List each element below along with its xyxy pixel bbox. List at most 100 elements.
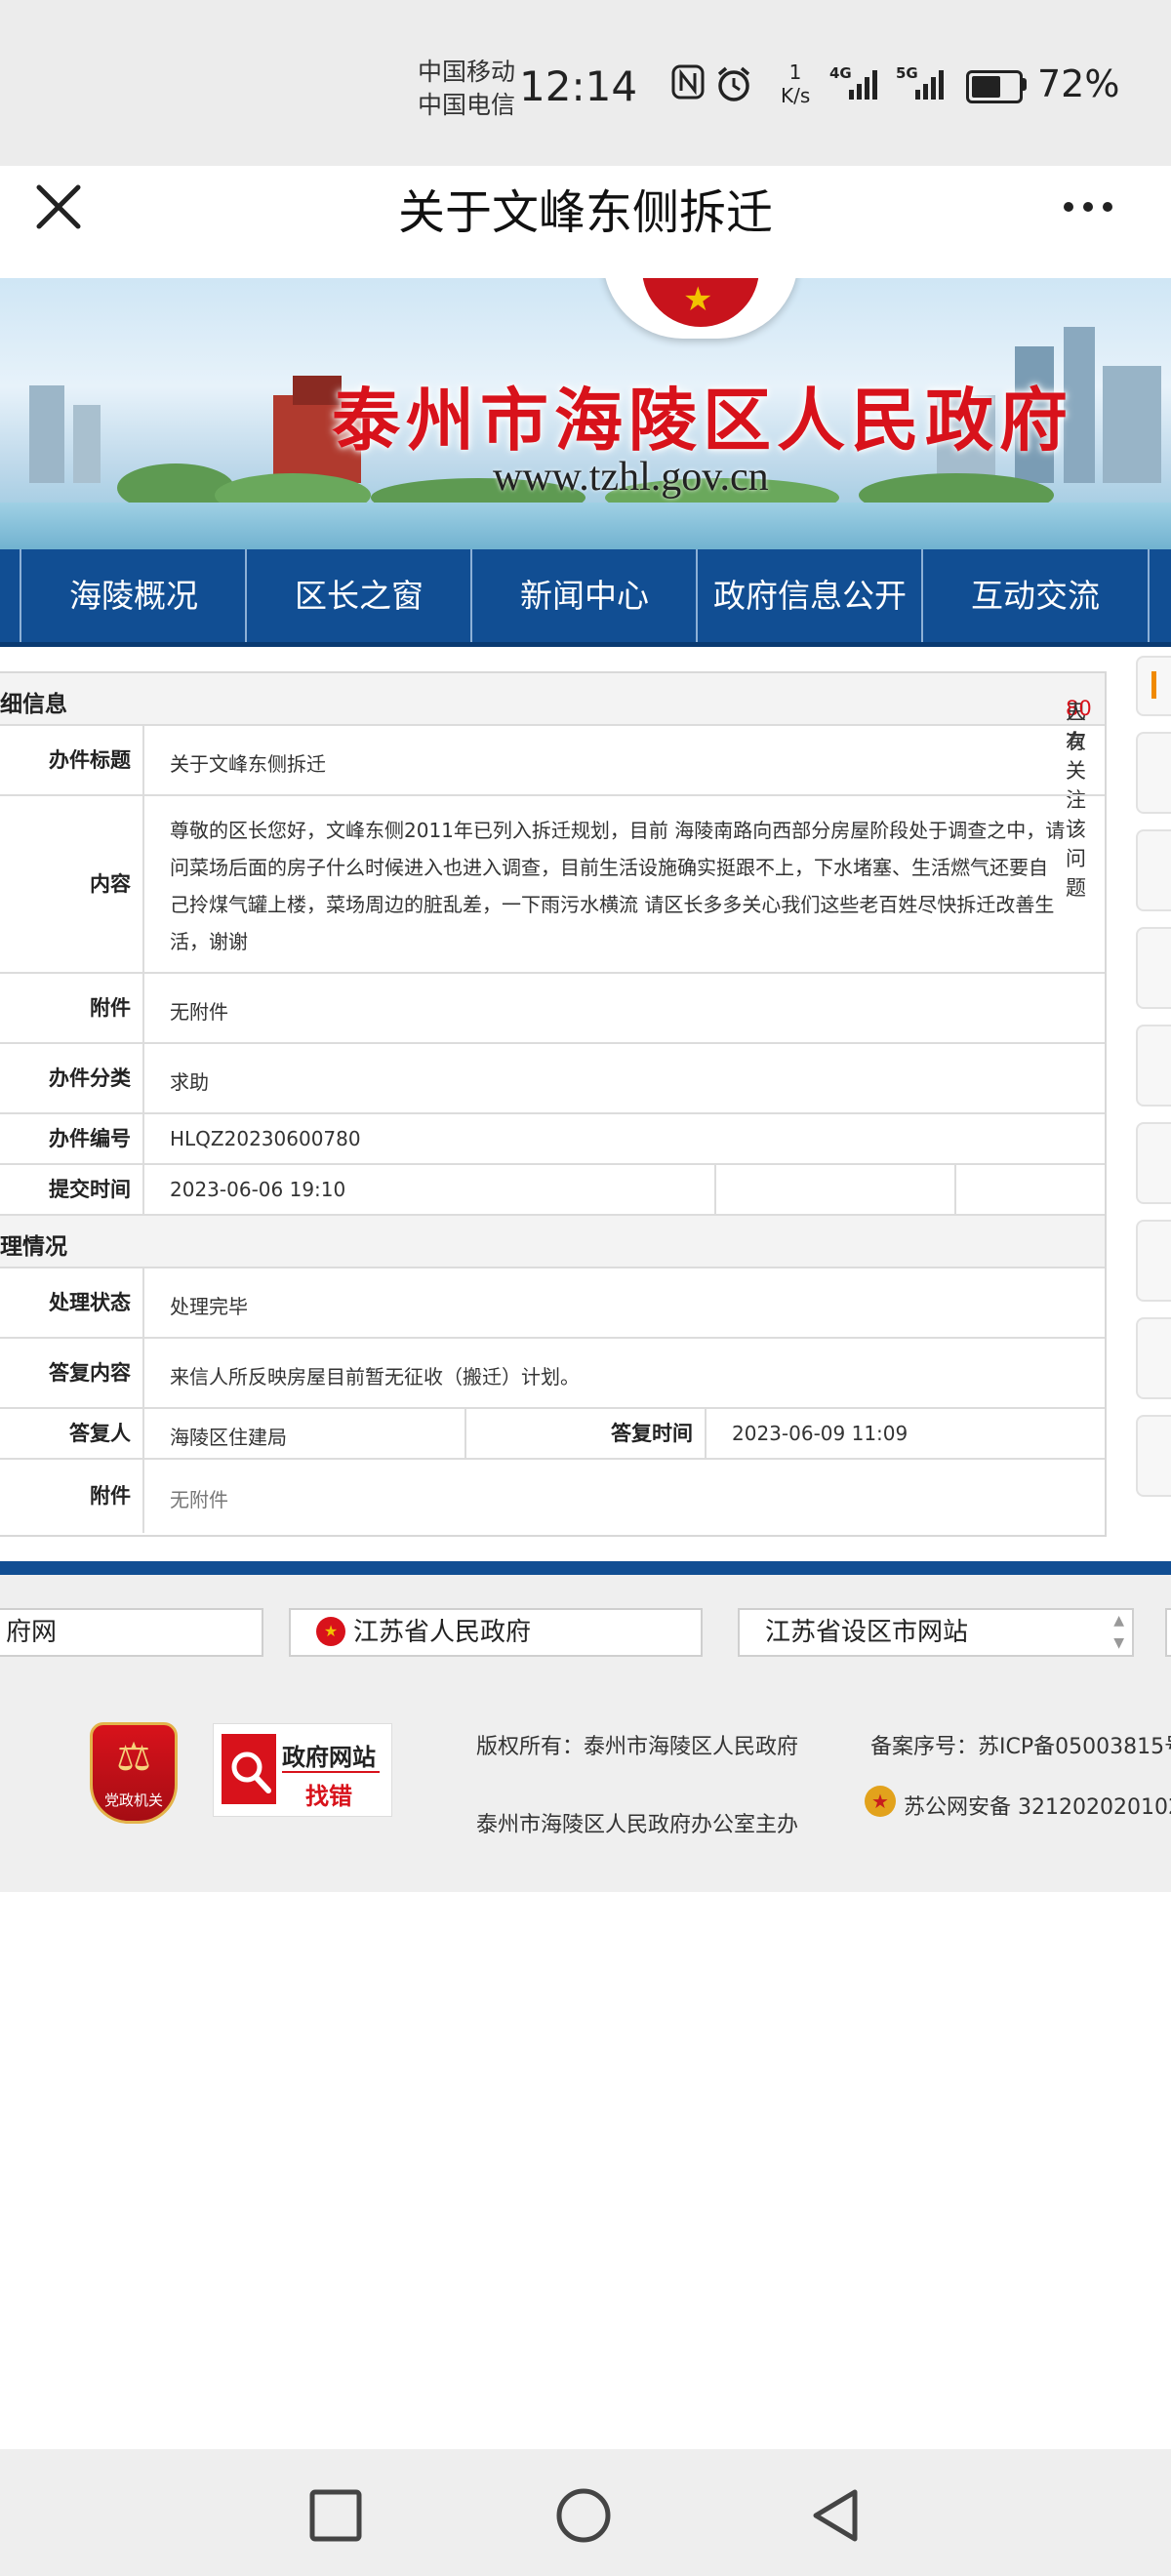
national-emblem: ★ <box>603 278 798 339</box>
link-label: 府网 <box>6 1618 58 1647</box>
link-jiangsu-gov[interactable]: ★ 江苏省人民政府 <box>289 1608 703 1657</box>
circle-icon <box>556 2488 611 2543</box>
row-submit-time: 提交时间 2023-06-06 19:10 <box>0 1165 1105 1216</box>
row-category: 办件分类 求助 <box>0 1044 1105 1114</box>
row-status: 处理状态 处理完毕 <box>0 1268 1105 1339</box>
row-value: HLQZ20230600780 <box>170 1127 361 1150</box>
nav-item-news[interactable]: 新闻中心 <box>470 549 697 642</box>
content-line: 己拎煤气罐上楼，菜场周边的脏乱差，一下雨污水横流 请区长多多关心我们这些老百姓尽… <box>170 893 1055 916</box>
row-reply: 答复内容 来信人所反映房屋目前暂无征收（搬迁）计划。 <box>0 1339 1105 1409</box>
link-more[interactable] <box>1165 1608 1171 1657</box>
row-label: 答复内容 <box>0 1339 144 1407</box>
row-reply-attachment: 附件 无附件 <box>0 1460 1105 1533</box>
section-title-handling: 理情况 <box>0 1234 67 1260</box>
page-title: 关于文峰东侧拆迁 <box>397 185 773 240</box>
section-title-detail: 细信息 <box>0 692 67 717</box>
row-content: 内容 尊敬的区长您好，文峰东侧2011年已列入拆迁规划，目前 海陵南路向西部分房… <box>0 796 1105 974</box>
row-value: 来信人所反映房屋目前暂无征收（搬迁）计划。 <box>170 1365 580 1389</box>
row-value: 海陵区住建局 <box>170 1426 287 1449</box>
net-speed-unit: K/s <box>781 84 811 107</box>
battery-cap <box>1022 78 1027 91</box>
side-tab[interactable] <box>1136 829 1171 911</box>
link-select-gov[interactable]: 府网 <box>0 1608 263 1657</box>
link-label: 江苏省设区市网站 <box>765 1618 969 1647</box>
row-attachment: 附件 无附件 <box>0 974 1105 1044</box>
row-value: 2023-06-06 19:10 <box>170 1178 346 1201</box>
side-tab[interactable] <box>1136 1122 1171 1204</box>
content-line: 尊敬的区长您好，文峰东侧2011年已列入拆迁规划，目前 海陵南路向西部分房屋阶段… <box>170 819 1066 842</box>
close-button[interactable] <box>29 178 88 236</box>
main-nav: 海陵概况 区长之窗 新闻中心 政府信息公开 互动交流 <box>0 549 1171 647</box>
net-speed-value: 1 <box>788 60 802 84</box>
icp-text[interactable]: 备案序号：苏ICP备05003815号-1 <box>870 1729 1171 1760</box>
police-badge-icon: ★ <box>865 1786 896 1817</box>
row-value: 无附件 <box>170 1000 228 1024</box>
nav-item-overview[interactable]: 海陵概况 <box>20 549 246 642</box>
site-footer: ⚖ 党政机关 政府网站 找错 版权所有：泰州市海陵区人民政府 泰州市海陵区人民政… <box>0 1670 1171 1892</box>
badge-1-label: 党政机关 <box>103 1791 163 1809</box>
back-button[interactable] <box>806 2486 865 2545</box>
battery-fill <box>972 76 1000 98</box>
site-title: 泰州市海陵区人民政府 <box>332 380 1073 461</box>
badge-2-line-1: 政府网站 <box>282 1744 376 1771</box>
row-label: 办件标题 <box>0 726 144 794</box>
side-tab[interactable] <box>1136 656 1171 716</box>
row-label: 办件编号 <box>0 1114 144 1163</box>
site-url: www.tzhl.gov.cn <box>493 455 769 500</box>
home-button[interactable] <box>554 2486 613 2545</box>
battery-icon <box>966 70 1023 103</box>
close-icon <box>36 184 81 229</box>
nav-item-mayor[interactable]: 区长之窗 <box>245 549 471 642</box>
recents-button[interactable] <box>308 2488 363 2543</box>
side-tab[interactable] <box>1136 1317 1171 1399</box>
more-icon <box>1064 202 1112 212</box>
square-icon <box>309 2489 362 2542</box>
link-label: 江苏省人民政府 <box>353 1618 532 1647</box>
row-label: 内容 <box>0 796 144 972</box>
row-value: 无附件 <box>170 1488 228 1511</box>
find-error-badge[interactable]: 政府网站 找错 <box>213 1723 392 1817</box>
row-value: 求助 <box>170 1070 209 1094</box>
system-nav-bar <box>0 2449 1171 2576</box>
side-tab[interactable] <box>1136 1415 1171 1497</box>
row-title: 办件标题 关于文峰东侧拆迁 <box>0 726 1105 796</box>
side-tab[interactable] <box>1136 1025 1171 1107</box>
row-value: 关于文峰东侧拆迁 <box>170 752 326 776</box>
nav-item-interaction[interactable]: 互动交流 <box>921 549 1150 642</box>
divider-bar <box>0 1561 1171 1575</box>
select-arrows-icon: ▲ ▼ <box>1113 1613 1124 1651</box>
side-tab[interactable] <box>1136 732 1171 814</box>
battery-percent: 72% <box>1037 62 1120 105</box>
row-label: 附件 <box>0 974 144 1042</box>
police-record-text[interactable]: 苏公网安备 32120202010270 <box>904 1790 1171 1821</box>
row-label: 答复人 <box>0 1409 144 1458</box>
carrier-1: 中国移动 <box>418 58 516 86</box>
copyright-text: 版权所有：泰州市海陵区人民政府 <box>476 1735 799 1759</box>
side-tab[interactable] <box>1136 927 1171 1009</box>
side-tab[interactable] <box>1136 1220 1171 1302</box>
link-city-sites-select[interactable]: 江苏省设区市网站 ▲ ▼ <box>738 1608 1134 1657</box>
section-header-detail: 细信息 已有 80 人次关注该问题 <box>0 673 1105 900</box>
row-replier: 答复人 海陵区住建局 答复时间 2023-06-09 11:09 <box>0 1409 1105 1460</box>
more-menu-button[interactable] <box>1054 176 1122 234</box>
row-label: 答复时间 <box>466 1409 707 1458</box>
row-label: 处理状态 <box>0 1268 144 1337</box>
links-row: 府网 ★ 江苏省人民政府 江苏省设区市网站 ▲ ▼ <box>0 1575 1171 1670</box>
net-speed: 1 K/s <box>781 60 810 107</box>
site-banner: ★ 泰州市海陵区人民政府 www.tzhl.gov.cn <box>0 278 1171 549</box>
content-line: 活，谢谢 <box>170 930 248 953</box>
nav-item-gov-info[interactable]: 政府信息公开 <box>696 549 922 642</box>
row-value: 2023-06-09 11:09 <box>732 1422 909 1445</box>
status-bar: 中国移动 中国电信 12:14 1 K/s 4G 5G 72% <box>0 0 1171 166</box>
row-label: 办件分类 <box>0 1044 144 1112</box>
row-value: 尊敬的区长您好，文峰东侧2011年已列入拆迁规划，目前 海陵南路向西部分房屋阶段… <box>170 812 1087 960</box>
party-gov-badge[interactable]: ⚖ 党政机关 <box>90 1722 178 1824</box>
triangle-back-icon <box>813 2489 858 2542</box>
badge-2-line-2: 找错 <box>305 1783 352 1810</box>
search-icon <box>222 1734 276 1804</box>
section-header-handling: 理情况 <box>0 1216 1105 1268</box>
host-text: 泰州市海陵区人民政府办公室主办 <box>476 1813 799 1837</box>
clock: 12:14 <box>519 62 638 110</box>
carrier-2: 中国电信 <box>418 91 516 119</box>
row-number: 办件编号 HLQZ20230600780 <box>0 1114 1105 1165</box>
